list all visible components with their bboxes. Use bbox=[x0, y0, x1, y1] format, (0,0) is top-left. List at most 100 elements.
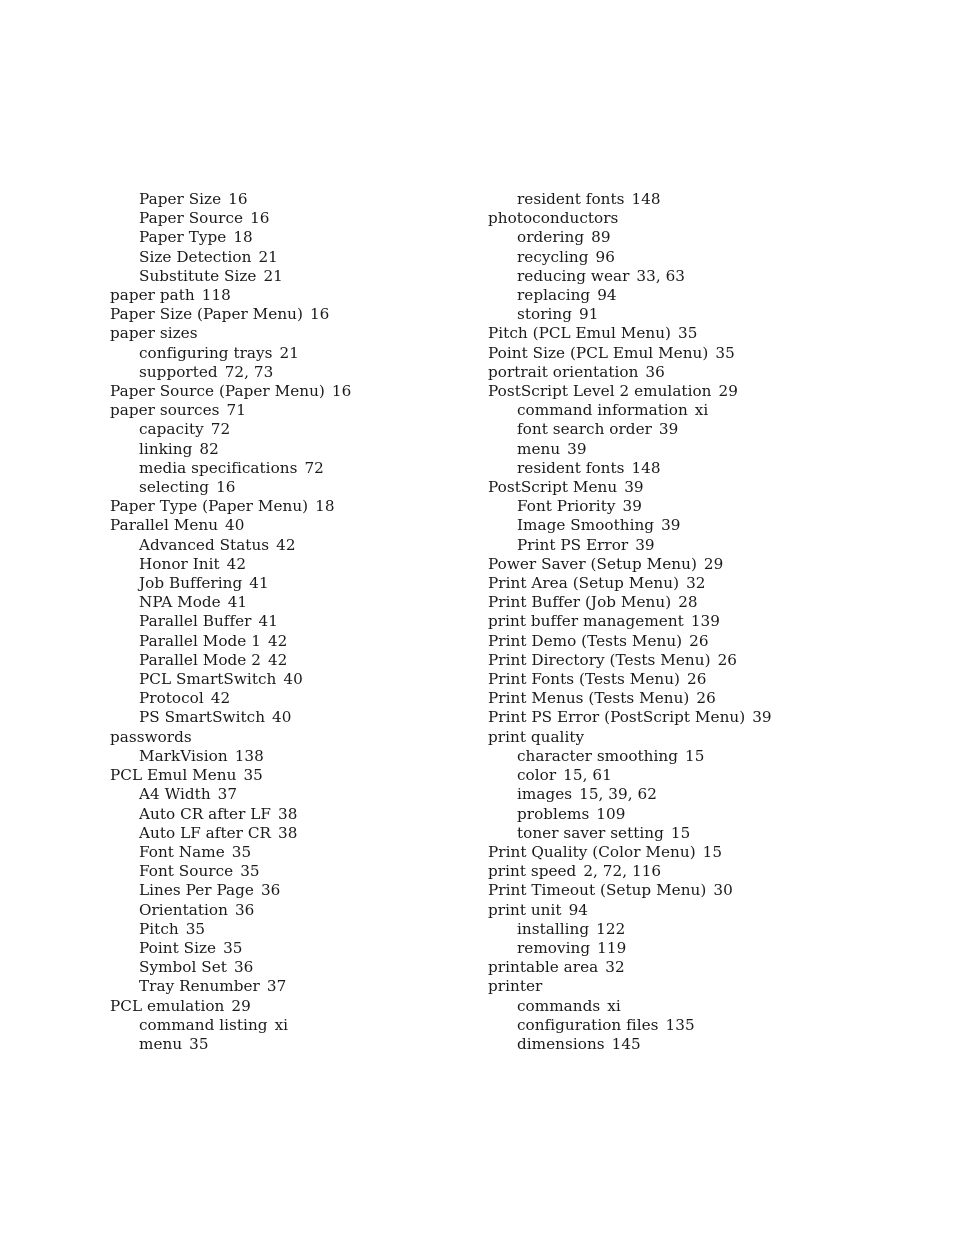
index-entry-pages: 30 bbox=[713, 881, 733, 900]
index-entry-pages: 36 bbox=[234, 900, 255, 919]
index-entry-pages: 39 bbox=[635, 535, 655, 554]
index-entry-pages: 26 bbox=[696, 689, 716, 708]
index-entry-term: Substitute Size bbox=[139, 266, 257, 285]
index-entry: Power Saver (Setup Menu) 29 bbox=[488, 555, 866, 574]
index-entry-term: supported bbox=[139, 362, 218, 381]
index-entry-pages: 94 bbox=[568, 900, 589, 919]
index-entry-pages: 91 bbox=[579, 305, 599, 324]
index-entry-term: Font Name bbox=[139, 842, 225, 861]
index-entry-term: Print Timeout (Setup Menu) bbox=[488, 881, 707, 900]
index-entry-pages: 38 bbox=[278, 804, 298, 823]
index-entry: print speed 2, 72, 116 bbox=[488, 862, 866, 881]
index-page: Paper Size 16 Paper Source 16 Paper Type 18 Si… bbox=[0, 0, 954, 1235]
index-entry-pages: 16 bbox=[250, 209, 270, 228]
index-entry-term: ordering bbox=[517, 228, 585, 247]
index-entry-term: paper sizes bbox=[110, 324, 198, 343]
index-entry: PCL SmartSwitch 40 bbox=[110, 670, 488, 689]
index-entry: Font Priority 39 bbox=[488, 497, 866, 516]
index-entry-pages: 35 bbox=[715, 343, 735, 362]
index-entry: configuring trays 21 bbox=[110, 344, 488, 363]
index-entry-term: Orientation bbox=[139, 900, 228, 919]
index-entry: menu 35 bbox=[110, 1035, 488, 1054]
index-entry-term: capacity bbox=[139, 420, 204, 439]
index-entry-term: toner saver setting bbox=[517, 823, 664, 842]
index-entry: Paper Type 18 bbox=[110, 228, 488, 247]
index-entry: Print PS Error (PostScript Menu) 39 bbox=[488, 708, 866, 727]
index-entry-term: linking bbox=[139, 439, 193, 458]
index-entry-term: command information bbox=[517, 401, 688, 420]
index-entry-term: Advanced Status bbox=[139, 535, 270, 554]
index-entry: NPA Mode 41 bbox=[110, 593, 488, 612]
index-entry-pages: 39 bbox=[752, 708, 772, 727]
index-entry-pages: 33, 63 bbox=[636, 266, 686, 285]
index-entry-pages: 42 bbox=[276, 535, 296, 554]
index-entry: Pitch (PCL Emul Menu) 35 bbox=[488, 324, 866, 343]
index-entry-pages: 139 bbox=[690, 612, 720, 631]
index-entry-pages: 39 bbox=[658, 420, 679, 439]
index-entry-term: character smoothing bbox=[517, 746, 679, 765]
index-entry: capacity 72 bbox=[110, 420, 488, 439]
index-entry-term: resident fonts bbox=[517, 458, 625, 477]
index-entry-term: Honor Init bbox=[139, 554, 220, 573]
index-column-left: Paper Size 16 Paper Source 16 Paper Type 18 Si… bbox=[110, 190, 488, 1054]
index-entry: dimensions 145 bbox=[488, 1035, 866, 1054]
index-entry: Print Buffer (Job Menu) 28 bbox=[488, 593, 866, 612]
index-entry-pages: 37 bbox=[266, 977, 287, 996]
index-entry: PCL Emul Menu 35 bbox=[110, 766, 488, 785]
index-entry-term: Print Buffer (Job Menu) bbox=[488, 593, 672, 612]
index-entry: Parallel Mode 2 42 bbox=[110, 651, 488, 670]
index-entry-pages: 42 bbox=[226, 554, 247, 573]
index-entry-term: Font Priority bbox=[517, 497, 616, 516]
index-entry-pages: 148 bbox=[631, 190, 661, 208]
index-entry: Point Size (PCL Emul Menu) 35 bbox=[488, 344, 866, 363]
index-entry-pages: 41 bbox=[227, 593, 248, 612]
index-entry: PostScript Menu 39 bbox=[488, 478, 866, 497]
index-entry-pages: 35 bbox=[240, 862, 260, 881]
index-entry: images 15, 39, 62 bbox=[488, 785, 866, 804]
index-entry-pages: 15, 61 bbox=[563, 766, 612, 785]
index-entry: Print Fonts (Tests Menu) 26 bbox=[488, 670, 866, 689]
index-entry-pages: 28 bbox=[678, 593, 698, 612]
index-entry: Image Smoothing 39 bbox=[488, 516, 866, 535]
index-entry: replacing 94 bbox=[488, 286, 866, 305]
index-entry-term: Paper Source (Paper Menu) bbox=[110, 382, 325, 401]
index-entry: recycling 96 bbox=[488, 248, 866, 267]
index-entry-term: passwords bbox=[110, 727, 192, 746]
index-entry-term: PS SmartSwitch bbox=[139, 708, 266, 727]
index-entry-pages: 39 bbox=[567, 439, 587, 458]
index-entry-pages: 42 bbox=[267, 650, 288, 669]
index-entry-term: Parallel Buffer bbox=[139, 612, 252, 631]
index-entry-pages: 26 bbox=[717, 650, 737, 669]
index-entry: Job Buffering 41 bbox=[110, 574, 488, 593]
index-entry-pages: 82 bbox=[199, 439, 219, 458]
index-entry: MarkVision 138 bbox=[110, 747, 488, 766]
index-entry: Paper Source (Paper Menu) 16 bbox=[110, 382, 488, 401]
index-entry: media specifications 72 bbox=[110, 459, 488, 478]
index-entry-pages: 72 bbox=[304, 458, 324, 477]
index-entry: resident fonts 148 bbox=[488, 190, 866, 209]
index-entry-term: Print Area (Setup Menu) bbox=[488, 574, 680, 593]
index-entry-pages: 40 bbox=[283, 670, 303, 689]
index-entry: Parallel Buffer 41 bbox=[110, 612, 488, 631]
index-entry-pages: 35 bbox=[185, 919, 206, 938]
index-entry-pages: 122 bbox=[596, 919, 626, 938]
index-entry: PostScript Level 2 emulation 29 bbox=[488, 382, 866, 401]
index-entry-term: resident fonts bbox=[517, 190, 625, 208]
index-entry-pages: 35 bbox=[678, 324, 698, 343]
index-entry: Pitch 35 bbox=[110, 920, 488, 939]
index-entry-term: Parallel Mode 2 bbox=[139, 650, 261, 669]
index-entry-term: Paper Type bbox=[139, 228, 227, 247]
index-entry: Orientation 36 bbox=[110, 901, 488, 920]
index-entry: passwords bbox=[110, 728, 488, 747]
index-entry-pages: 118 bbox=[201, 286, 231, 305]
index-entry-term: PCL emulation bbox=[110, 996, 225, 1015]
index-entry-pages: 72, 73 bbox=[224, 362, 274, 381]
index-entry-term: paper sources bbox=[110, 401, 220, 420]
index-entry-pages: 40 bbox=[225, 516, 245, 535]
index-entry-term: Parallel Menu bbox=[110, 516, 219, 535]
index-entry-term: print unit bbox=[488, 900, 562, 919]
index-entry-term: Paper Type (Paper Menu) bbox=[110, 497, 309, 516]
index-entry: paper sizes bbox=[110, 324, 488, 343]
index-entry-term: reducing wear bbox=[517, 266, 630, 285]
index-entry-pages: 16 bbox=[309, 305, 330, 324]
